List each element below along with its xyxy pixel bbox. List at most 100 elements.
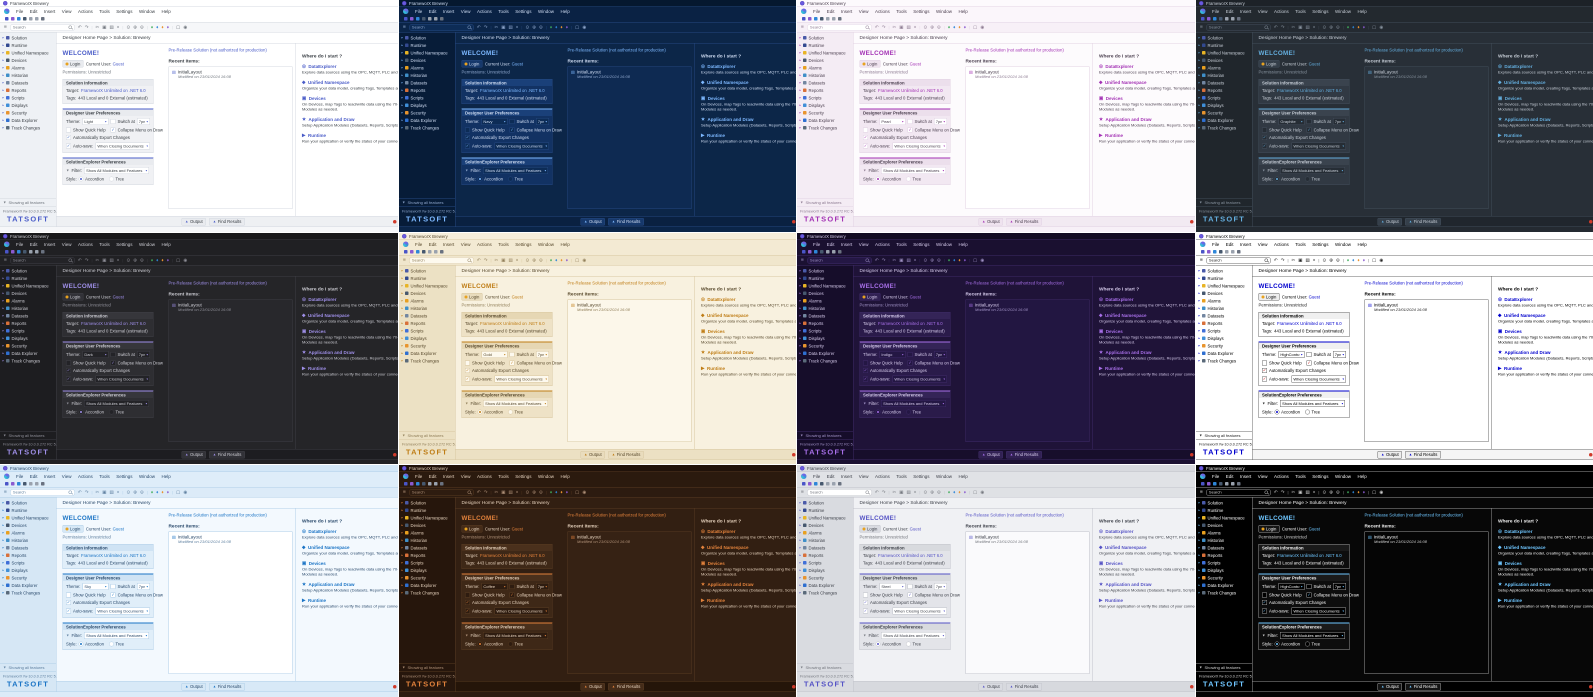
more-icon[interactable] <box>440 17 444 21</box>
expand-chevron-icon[interactable]: ▸ <box>3 81 5 85</box>
cut-icon[interactable]: ✂ <box>96 490 100 495</box>
expand-chevron-icon[interactable]: ▸ <box>401 89 403 93</box>
switch-time-select[interactable]: 7pm ▾ <box>137 583 150 590</box>
autosave-checkbox[interactable]: ✓ <box>465 609 470 614</box>
radio-icon[interactable] <box>1305 642 1310 647</box>
expand-chevron-icon[interactable]: ▸ <box>401 276 403 280</box>
output-button[interactable]: ▲ Output <box>580 218 605 226</box>
menu-actions[interactable]: Actions <box>875 241 890 246</box>
paste-icon[interactable]: ▤ <box>110 25 114 30</box>
layout-icon[interactable]: ▢ <box>1372 25 1376 30</box>
expand-chevron-icon[interactable]: ▸ <box>3 554 5 558</box>
info-icon[interactable]: ◉ <box>183 490 187 495</box>
start-item-application-and-draw[interactable]: ★Application and DrawSetup Application M… <box>302 582 398 594</box>
expand-chevron-icon[interactable]: ▸ <box>3 104 5 108</box>
autosave-checkbox[interactable]: ✓ <box>1262 609 1267 614</box>
expand-chevron-icon[interactable]: ▸ <box>1198 314 1200 318</box>
info-icon[interactable]: ◉ <box>980 490 984 495</box>
style-option-tree[interactable]: Tree <box>508 177 523 182</box>
menu-view[interactable]: View <box>859 241 869 246</box>
expand-chevron-icon[interactable]: ▸ <box>3 531 5 535</box>
more-icon[interactable] <box>1237 482 1241 486</box>
menu-view[interactable]: View <box>62 241 72 246</box>
autosave-select[interactable]: When Closing Documents ▾ <box>892 143 947 150</box>
save-icon[interactable] <box>17 17 21 21</box>
style-option-accordion[interactable]: Accordion <box>477 177 502 182</box>
show-quick-help-checkbox[interactable] <box>1262 360 1267 365</box>
menu-insert[interactable]: Insert <box>841 474 852 479</box>
assets-icon[interactable]: ♦ <box>964 490 966 495</box>
expand-chevron-icon[interactable]: ▸ <box>401 591 403 595</box>
expand-chevron-icon[interactable]: ▸ <box>1198 96 1200 100</box>
auto-export-checkbox[interactable]: ✓ <box>863 600 868 605</box>
save-icon[interactable] <box>814 17 818 21</box>
menu-help[interactable]: Help <box>958 9 967 14</box>
filter-select[interactable]: Show All Modules and Features ▾ <box>84 167 149 174</box>
expand-chevron-icon[interactable]: ▸ <box>1198 591 1200 595</box>
zoom-out-icon[interactable]: ⊖ <box>937 258 941 263</box>
copy-icon[interactable]: ▣ <box>102 258 106 263</box>
expand-chevron-icon[interactable]: ▸ <box>800 546 802 550</box>
expand-chevron-icon[interactable]: ▸ <box>401 509 403 513</box>
output-button[interactable]: ▲ Output <box>182 683 207 691</box>
switch-time-select[interactable]: 7pm ▾ <box>137 351 150 358</box>
start-item-application-and-draw[interactable]: ★Application and DrawSetup Application M… <box>701 349 797 361</box>
menu-insert[interactable]: Insert <box>443 474 454 479</box>
output-button[interactable]: ▲ Output <box>580 450 605 458</box>
search-input[interactable]: Search <box>10 489 75 496</box>
autosave-select[interactable]: When Closing Documents ▾ <box>95 375 150 382</box>
expand-chevron-icon[interactable]: ▸ <box>1198 584 1200 588</box>
expand-chevron-icon[interactable]: ▸ <box>401 344 403 348</box>
start-item-dataexplorer[interactable]: ◎DataExplorerExplore data sources using … <box>701 529 797 541</box>
expand-chevron-icon[interactable]: ▸ <box>800 59 802 63</box>
save-all-icon[interactable] <box>23 17 27 21</box>
expand-chevron-icon[interactable]: ▸ <box>1198 329 1200 333</box>
target-value[interactable]: FrameworX Unlimited on .NET 6.0 <box>480 321 545 326</box>
copy-icon[interactable]: ▣ <box>102 25 106 30</box>
sidebar-item-devices[interactable]: ▸Devices <box>0 289 56 297</box>
assets-icon[interactable]: ♦ <box>167 490 169 495</box>
sidebar-item-track-changes[interactable]: ▸Track Changes <box>399 124 455 132</box>
start-item-dataexplorer[interactable]: ◎DataExplorerExplore data sources using … <box>1498 529 1593 541</box>
sidebar-filter-status[interactable]: ▼ Showing all features <box>399 431 455 439</box>
save-icon[interactable] <box>416 17 420 21</box>
save-icon[interactable] <box>1213 482 1217 486</box>
expand-chevron-icon[interactable]: ▸ <box>800 111 802 115</box>
expand-chevron-icon[interactable]: ▸ <box>401 561 403 565</box>
show-quick-help-checkbox[interactable] <box>66 128 71 133</box>
menu-actions[interactable]: Actions <box>1273 9 1288 14</box>
filter-select[interactable]: Show All Modules and Features ▾ <box>881 167 946 174</box>
expand-chevron-icon[interactable]: ▸ <box>800 569 802 573</box>
target-value[interactable]: FrameworX Unlimited on .NET 6.0 <box>81 553 146 558</box>
target-value[interactable]: FrameworX Unlimited on .NET 6.0 <box>1277 321 1342 326</box>
find-results-button[interactable]: ▲ Find Results <box>209 683 245 691</box>
show-quick-help-checkbox[interactable] <box>863 128 868 133</box>
menu-window[interactable]: Window <box>936 474 952 479</box>
start-item-dataexplorer[interactable]: ◎DataExplorerExplore data sources using … <box>1498 296 1593 308</box>
style-option-tree[interactable]: Tree <box>1305 177 1320 182</box>
collapse-menu-checkbox[interactable]: ✓ <box>908 593 913 598</box>
info-icon[interactable]: ◉ <box>1379 490 1383 495</box>
radio-selected-icon[interactable] <box>477 409 482 414</box>
more-icon[interactable] <box>41 250 45 254</box>
search-input[interactable]: Search <box>408 256 473 263</box>
expand-chevron-icon[interactable]: ▸ <box>401 524 403 528</box>
menu-window[interactable]: Window <box>537 9 553 14</box>
start-item-unified-namespace[interactable]: ◆Unified NamespaceOrganize your data mod… <box>701 545 797 557</box>
menu-insert[interactable]: Insert <box>44 241 55 246</box>
menu-file[interactable]: File <box>1212 474 1219 479</box>
start-item-dataexplorer[interactable]: ◎DataExplorerExplore data sources using … <box>1099 296 1195 308</box>
paste-icon[interactable]: ▤ <box>1305 490 1309 495</box>
save-all-icon[interactable] <box>422 250 426 254</box>
sidebar-item-data-explorer[interactable]: ▸Data Explorer <box>399 117 455 125</box>
zoom-out-icon[interactable]: ⊖ <box>937 490 941 495</box>
expand-chevron-icon[interactable]: ▸ <box>3 329 5 333</box>
redo-icon[interactable]: ↷ <box>85 490 89 495</box>
show-quick-help-checkbox[interactable] <box>465 128 470 133</box>
expand-chevron-icon[interactable]: ▸ <box>1198 291 1200 295</box>
menu-edit[interactable]: Edit <box>428 9 436 14</box>
cut-icon[interactable]: ✂ <box>494 258 498 263</box>
expand-chevron-icon[interactable]: ▸ <box>800 126 802 130</box>
copy-icon[interactable]: ▣ <box>1298 258 1302 263</box>
menu-help[interactable]: Help <box>958 474 967 479</box>
